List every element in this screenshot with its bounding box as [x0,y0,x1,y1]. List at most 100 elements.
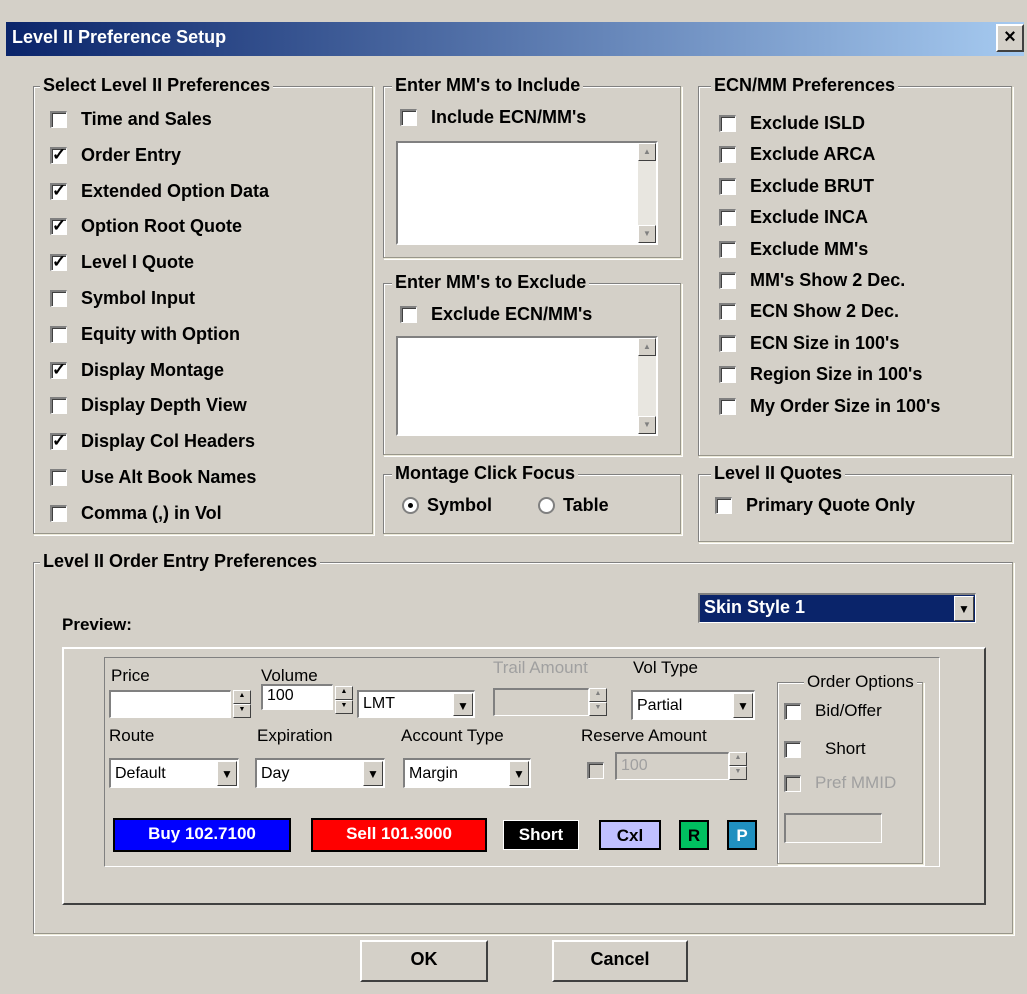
price-spinner[interactable]: ▲ ▼ [233,690,251,718]
r-button[interactable]: R [679,820,709,850]
chevron-down-icon[interactable]: ▼ [217,761,237,786]
select-prefs-group: Select Level II Preferences Time and Sal… [33,75,374,535]
ecn-pref-checkbox-4[interactable]: Exclude MM's [719,239,868,260]
select-pref-checkbox-1[interactable]: Order Entry [50,145,181,166]
ecn-pref-box[interactable] [719,146,736,164]
select-pref-box[interactable] [50,397,67,415]
exclude-mm-list[interactable]: ▲ ▼ [396,336,658,436]
select-pref-box[interactable] [50,181,67,201]
select-pref-checkbox-9[interactable]: Display Col Headers [50,431,255,452]
chevron-down-icon[interactable]: ▼ [363,761,383,786]
ecn-pref-checkbox-0[interactable]: Exclude ISLD [719,113,865,134]
ecn-pref-checkbox-9[interactable]: My Order Size in 100's [719,396,940,417]
short-box[interactable] [784,740,801,758]
ecn-pref-box[interactable] [719,115,736,132]
ecn-pref-box[interactable] [719,397,736,415]
select-pref-checkbox-0[interactable]: Time and Sales [50,109,212,130]
p-button[interactable]: P [727,820,757,850]
select-pref-checkbox-10[interactable]: Use Alt Book Names [50,467,256,488]
primary-quote-checkbox[interactable]: Primary Quote Only [715,495,915,516]
radio-table-label: Table [563,495,609,515]
primary-quote-box[interactable] [715,497,732,514]
include-scrollbar[interactable]: ▲ ▼ [638,143,656,243]
short-order-button[interactable]: Short [503,820,579,850]
chevron-down-icon[interactable]: ▼ [453,693,473,716]
select-pref-box[interactable] [50,111,67,128]
volume-input[interactable]: 100 [261,684,333,710]
exclude-scrollbar[interactable]: ▲ ▼ [638,338,656,434]
ecn-pref-checkbox-8[interactable]: Region Size in 100's [719,364,922,385]
exclude-ecn-box[interactable] [400,306,417,323]
route-select[interactable]: Default ▼ [109,758,239,788]
select-pref-box[interactable] [50,360,67,380]
select-pref-box[interactable] [50,145,67,165]
ecn-pref-box[interactable] [719,303,736,321]
select-pref-checkbox-5[interactable]: Symbol Input [50,288,195,309]
select-pref-checkbox-4[interactable]: Level I Quote [50,252,194,273]
ecn-pref-checkbox-6[interactable]: ECN Show 2 Dec. [719,301,899,322]
exclude-mm-group: Enter MM's to Exclude Exclude ECN/MM's ▲… [383,272,682,456]
ecn-pref-checkbox-1[interactable]: Exclude ARCA [719,144,875,165]
radio-table[interactable]: Table [538,495,609,516]
include-ecn-checkbox[interactable]: Include ECN/MM's [400,107,586,128]
ecn-pref-box[interactable] [719,366,736,384]
select-pref-box[interactable] [50,504,67,522]
select-pref-box[interactable] [50,252,67,272]
expiration-select[interactable]: Day ▼ [255,758,385,788]
select-pref-label: Display Col Headers [81,431,256,452]
ecn-pref-checkbox-5[interactable]: MM's Show 2 Dec. [719,270,905,291]
ecn-pref-checkbox-3[interactable]: Exclude INCA [719,207,868,228]
select-pref-checkbox-8[interactable]: Display Depth View [50,395,247,416]
radio-table-button[interactable] [538,497,555,514]
volume-spinner[interactable]: ▲ ▼ [335,686,353,714]
price-label: Price [111,666,150,685]
ecn-pref-box[interactable] [719,209,736,227]
order-type-select[interactable]: LMT ▼ [357,690,475,718]
include-mm-list[interactable]: ▲ ▼ [396,141,658,245]
select-pref-checkbox-11[interactable]: Comma (,) in Vol [50,503,222,524]
primary-quote-label: Primary Quote Only [746,495,916,515]
scroll-up-icon[interactable]: ▲ [638,143,656,161]
select-pref-box[interactable] [50,216,67,236]
sell-button[interactable]: Sell 101.3000 [311,818,487,852]
scroll-down-icon[interactable]: ▼ [638,225,656,243]
ecn-pref-box[interactable] [719,177,736,195]
select-pref-box[interactable] [50,431,67,451]
ecn-pref-label: Exclude ISLD [750,113,866,133]
route-label: Route [109,726,155,745]
cancel-order-button[interactable]: Cxl [599,820,661,850]
ecn-pref-checkbox-7[interactable]: ECN Size in 100's [719,333,899,354]
select-pref-checkbox-3[interactable]: Option Root Quote [50,216,242,237]
select-pref-checkbox-7[interactable]: Display Montage [50,360,224,381]
close-button[interactable]: × [996,24,1024,52]
chevron-down-icon[interactable]: ▼ [733,693,753,718]
include-ecn-box[interactable] [400,109,417,126]
exclude-ecn-checkbox[interactable]: Exclude ECN/MM's [400,304,592,325]
select-pref-checkbox-2[interactable]: Extended Option Data [50,181,269,202]
chevron-down-icon[interactable]: ▼ [954,596,974,621]
select-pref-box[interactable] [50,325,67,343]
account-type-select[interactable]: Margin ▼ [403,758,531,788]
buy-button[interactable]: Buy 102.7100 [113,818,291,852]
scroll-down-icon[interactable]: ▼ [638,416,656,434]
ok-button[interactable]: OK [360,940,488,982]
ecn-pref-box[interactable] [719,240,736,258]
ecn-pref-box[interactable] [719,334,736,352]
select-pref-label: Display Depth View [81,395,247,416]
vol-type-select[interactable]: Partial ▼ [631,690,755,720]
bid-offer-checkbox[interactable]: Bid/Offer [784,701,882,721]
select-pref-box[interactable] [50,469,67,486]
skin-style-select[interactable]: Skin Style 1 ▼ [698,593,976,623]
radio-symbol-button[interactable] [402,497,419,514]
radio-symbol[interactable]: Symbol [402,495,492,516]
chevron-down-icon[interactable]: ▼ [509,761,529,786]
select-pref-checkbox-6[interactable]: Equity with Option [50,324,240,345]
select-pref-box[interactable] [50,290,67,307]
ecn-pref-box[interactable] [719,272,736,289]
cancel-button[interactable]: Cancel [552,940,688,982]
bid-offer-box[interactable] [784,702,801,720]
scroll-up-icon[interactable]: ▲ [638,338,656,356]
ecn-pref-checkbox-2[interactable]: Exclude BRUT [719,176,874,197]
price-input[interactable] [109,690,231,718]
short-checkbox[interactable]: Short [784,739,866,759]
